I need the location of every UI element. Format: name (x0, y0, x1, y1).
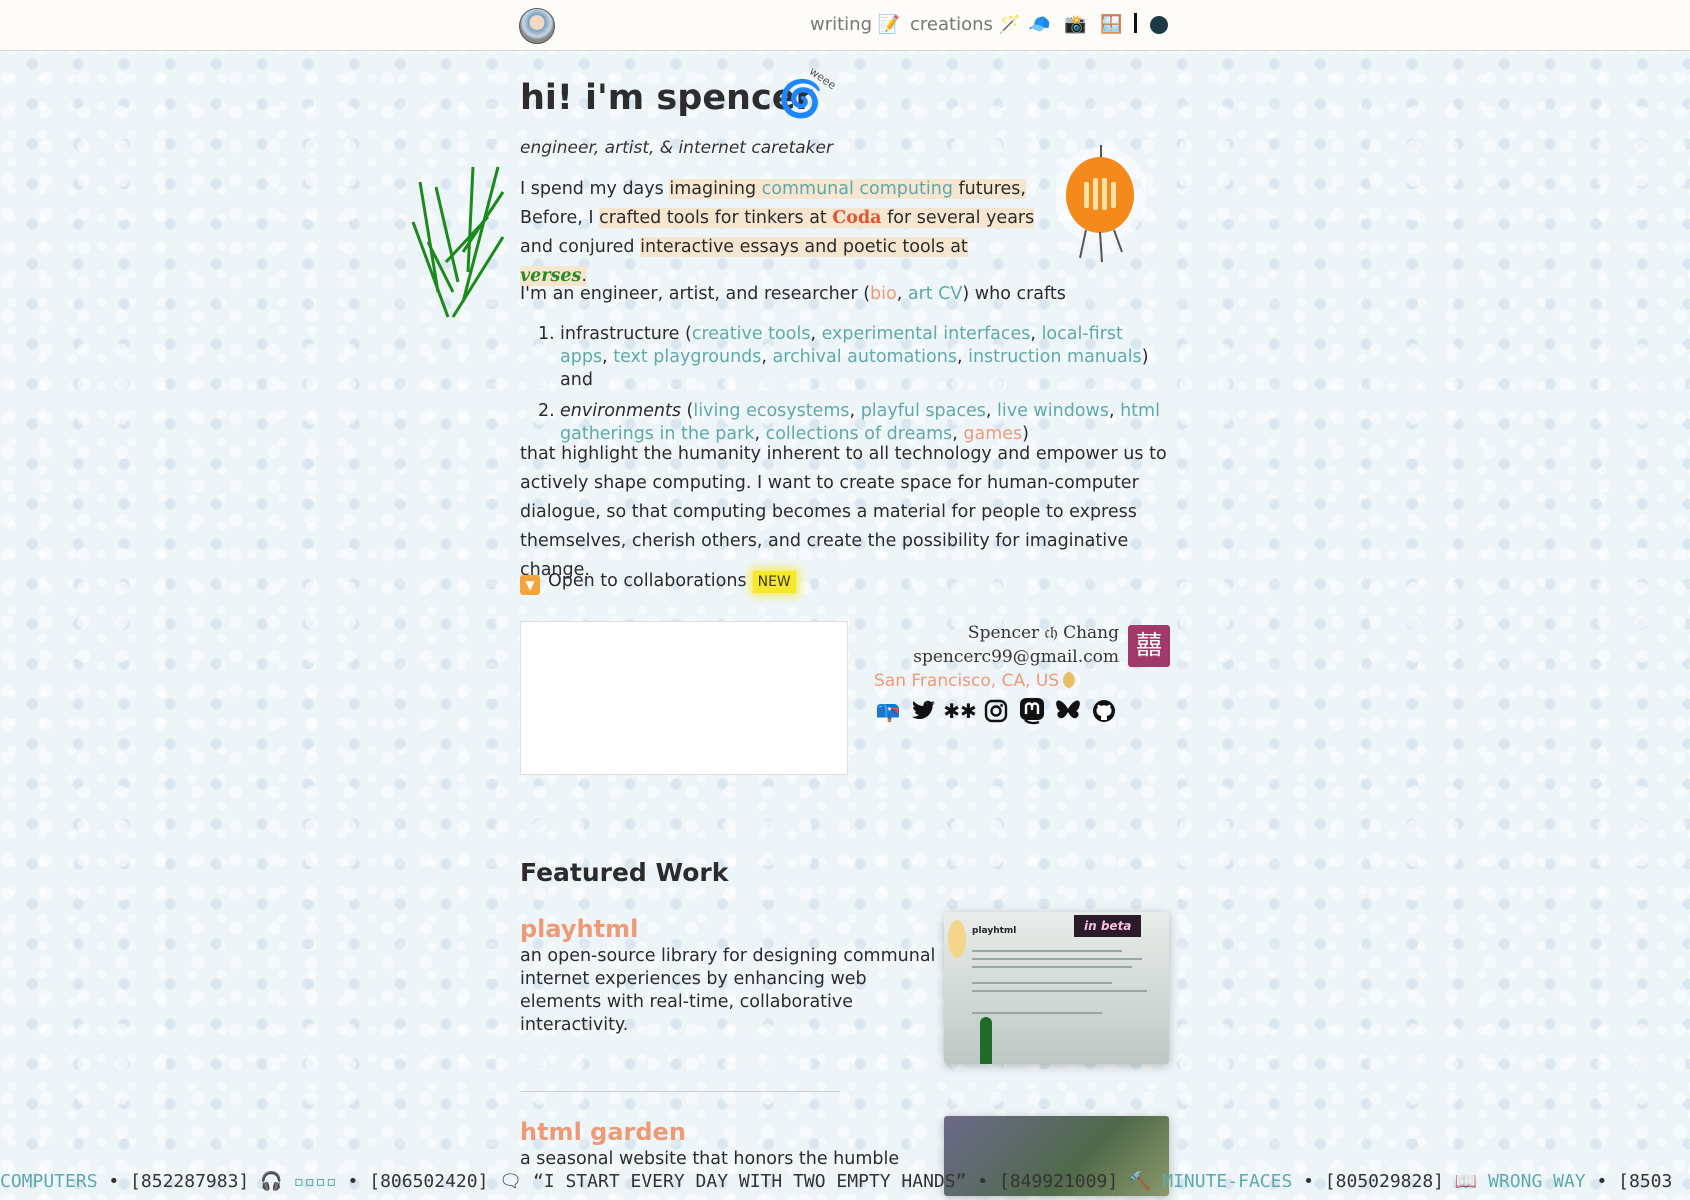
project-title-playhtml[interactable]: playhtml (520, 915, 638, 943)
screenshot-title: playhtml (972, 926, 1017, 936)
coda-link[interactable]: Coda (832, 208, 882, 228)
social-links: 📪 ✱✱ (874, 697, 1118, 725)
interactive-essays-highlight: interactive essays and poetic tools (640, 237, 945, 257)
futures-text: futures, (952, 179, 1026, 199)
intro-text: and conjured (520, 237, 641, 257)
list-number: 2. (538, 401, 555, 421)
intro-text: I spend my days (520, 179, 670, 199)
github-icon[interactable] (1090, 697, 1118, 725)
screenshot-text-line (972, 958, 1142, 960)
contact-email[interactable]: spencerc99@gmail.com (913, 647, 1119, 667)
intro-text: at (803, 208, 833, 228)
moon-icon (1063, 671, 1082, 689)
instruction-manuals-link[interactable]: instruction manuals (968, 347, 1142, 367)
project-description: a seasonal website that honors the humbl… (520, 1149, 900, 1166)
archival-automations-link[interactable]: archival automations (773, 347, 957, 367)
live-windows-link[interactable]: live windows (997, 401, 1109, 421)
crafts-line: I'm an engineer, artist, and researcher … (520, 280, 1066, 309)
ticker-link[interactable]: ▫▫▫▫ (293, 1171, 336, 1192)
ticker-link[interactable]: COMPUTERS (0, 1171, 98, 1192)
art-cv-link[interactable]: art CV (908, 284, 963, 304)
screenshot-text-line (972, 982, 1112, 984)
list-item-lead: infrastructure ( (560, 324, 692, 344)
nav-writing-link[interactable]: writing 📝 (810, 14, 900, 35)
theme-toggle-button[interactable] (1150, 16, 1168, 34)
divider (520, 1091, 840, 1092)
nav-divider (1134, 13, 1137, 33)
ticker-text: • [805029828] 📖 (1292, 1171, 1489, 1192)
ticker-text: • [852287983] 🎧 (97, 1171, 294, 1192)
collaborations-toggle[interactable]: ▼ Open to collaborations NEW (520, 571, 796, 595)
playhtml-screenshot[interactable]: in beta playhtml (944, 912, 1169, 1064)
are-na-icon[interactable]: ✱✱ (943, 697, 977, 725)
avatar[interactable] (519, 8, 555, 44)
newsletter-icon[interactable]: 📪 (874, 697, 902, 725)
mastodon-icon[interactable] (1018, 697, 1046, 725)
crafts-text: ) who crafts (962, 284, 1066, 304)
grass-sprite (411, 166, 505, 318)
intro-text: at (944, 237, 968, 257)
window-icon[interactable]: 🪟 (1100, 14, 1122, 35)
experimental-interfaces-link[interactable]: experimental interfaces (822, 324, 1031, 344)
screenshot-text-line (972, 966, 1132, 968)
tagline: engineer, artist, & internet caretaker (520, 138, 833, 158)
nav-creations-link[interactable]: creations 🪄 (910, 14, 1021, 35)
featured-heading: Featured Work (520, 858, 729, 887)
name-seal-icon: 囍 (1128, 625, 1170, 667)
intro-line-1: I spend my days imagining communal compu… (520, 175, 1040, 204)
creative-tools-link[interactable]: creative tools (692, 324, 811, 344)
location-text: San Francisco, CA, US (874, 671, 1060, 691)
crafted-tools-highlight: crafted tools for tinkers (599, 208, 804, 228)
bluesky-icon[interactable] (1054, 697, 1082, 725)
ticker-text: • [8503 (1585, 1171, 1673, 1192)
screenshot-text-line (972, 950, 1122, 952)
living-ecosystems-link[interactable]: living ecosystems (693, 401, 849, 421)
communal-computing-link[interactable]: communal computing (761, 179, 953, 199)
embed-card[interactable] (520, 621, 848, 775)
instagram-icon[interactable] (982, 697, 1010, 725)
top-nav-bar: writing 📝 creations 🪄 🧢 📸 🪟 (0, 0, 1690, 51)
project-title-html-garden[interactable]: html garden (520, 1118, 686, 1146)
list-item: 1. infrastructure (creative tools, exper… (538, 324, 1149, 390)
playful-spaces-link[interactable]: playful spaces (861, 401, 986, 421)
cap-icon[interactable]: 🧢 (1028, 14, 1050, 35)
imagining-highlight: imagining (669, 179, 757, 199)
spiral-icon[interactable]: 🌀 (778, 78, 823, 120)
text-playgrounds-link[interactable]: text playgrounds (613, 347, 761, 367)
lantern-illustration (1056, 145, 1146, 263)
intro-text: Before, I (520, 208, 600, 228)
separator: , (896, 284, 908, 304)
screenshot-text-line (972, 990, 1147, 992)
contact-name: Spencer 𝔠𝔥 Chang (967, 623, 1119, 643)
collaborations-label: Open to collaborations (548, 571, 747, 591)
location-link[interactable]: San Francisco, CA, US (874, 671, 1082, 691)
in-beta-badge: in beta (1074, 915, 1142, 937)
intro-text: for several years (881, 208, 1035, 228)
bio-link[interactable]: bio (870, 284, 897, 304)
mission-paragraph: that highlight the humanity inherent to … (520, 444, 1167, 580)
intro-paragraph: I spend my days imagining communal compu… (520, 175, 1040, 291)
cactus-graphic (980, 1017, 992, 1064)
page-title: hi! i'm spencer (520, 78, 813, 118)
intro-line-2: Before, I crafted tools for tinkers at C… (520, 204, 1040, 233)
list-number: 1. (538, 324, 555, 344)
lamp-graphic (948, 920, 966, 958)
screenshot-text-line (972, 1012, 1102, 1014)
new-badge: NEW (752, 571, 796, 593)
ticker-text: • [806502420] 🗨 “I START EVERY DAY WITH … (336, 1171, 1163, 1192)
list-item-lead: environments (560, 401, 681, 421)
crafts-list: 1. infrastructure (creative tools, exper… (520, 323, 1170, 454)
activity-ticker: COMPUTERS • [852287983] 🎧 ▫▫▫▫ • [806502… (0, 1168, 1690, 1196)
camera-icon[interactable]: 📸 (1064, 14, 1086, 35)
crafts-text: I'm an engineer, artist, and researcher … (520, 284, 871, 304)
ticker-link[interactable]: MINUTE-FACES (1162, 1171, 1292, 1192)
twitter-icon[interactable] (910, 697, 938, 725)
disclosure-triangle-icon[interactable]: ▼ (520, 575, 540, 595)
project-description: an open-source library for designing com… (520, 946, 936, 1035)
ticker-link[interactable]: WRONG WAY (1488, 1171, 1586, 1192)
